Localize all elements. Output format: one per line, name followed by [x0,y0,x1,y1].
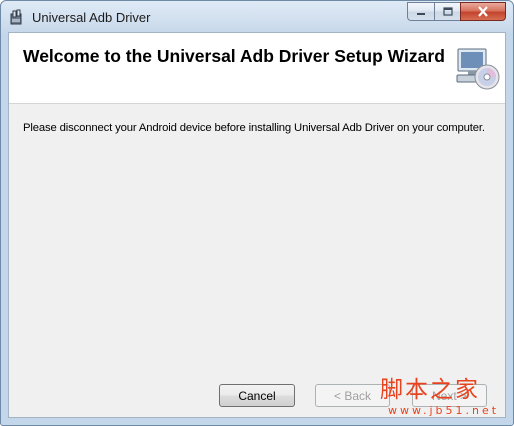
maximize-icon [442,7,453,16]
window-title: Universal Adb Driver [32,10,151,25]
close-icon [478,6,488,17]
wizard-header-banner: Welcome to the Universal Adb Driver Setu… [9,33,505,104]
window-controls [407,2,506,22]
computer-cd-icon [456,48,500,90]
wizard-client-area: Welcome to the Universal Adb Driver Setu… [8,32,506,418]
minimize-icon [417,12,425,15]
wizard-title: Welcome to the Universal Adb Driver Setu… [23,46,445,66]
cancel-button[interactable]: Cancel [219,384,295,407]
site-watermark: 脚本之家 www.jb51.net [374,370,514,426]
watermark-url: www.jb51.net [388,404,500,417]
title-bar[interactable]: Universal Adb Driver [1,1,513,33]
disconnect-device-message: Please disconnect your Android device be… [23,122,485,134]
installer-app-icon [10,9,22,25]
minimize-button[interactable] [407,2,434,21]
maximize-button[interactable] [434,2,460,21]
watermark-chinese-text: 脚本之家 [380,377,480,403]
close-button[interactable] [460,2,506,21]
installer-window: Universal Adb Driver Welcome to the Univ… [0,0,514,426]
